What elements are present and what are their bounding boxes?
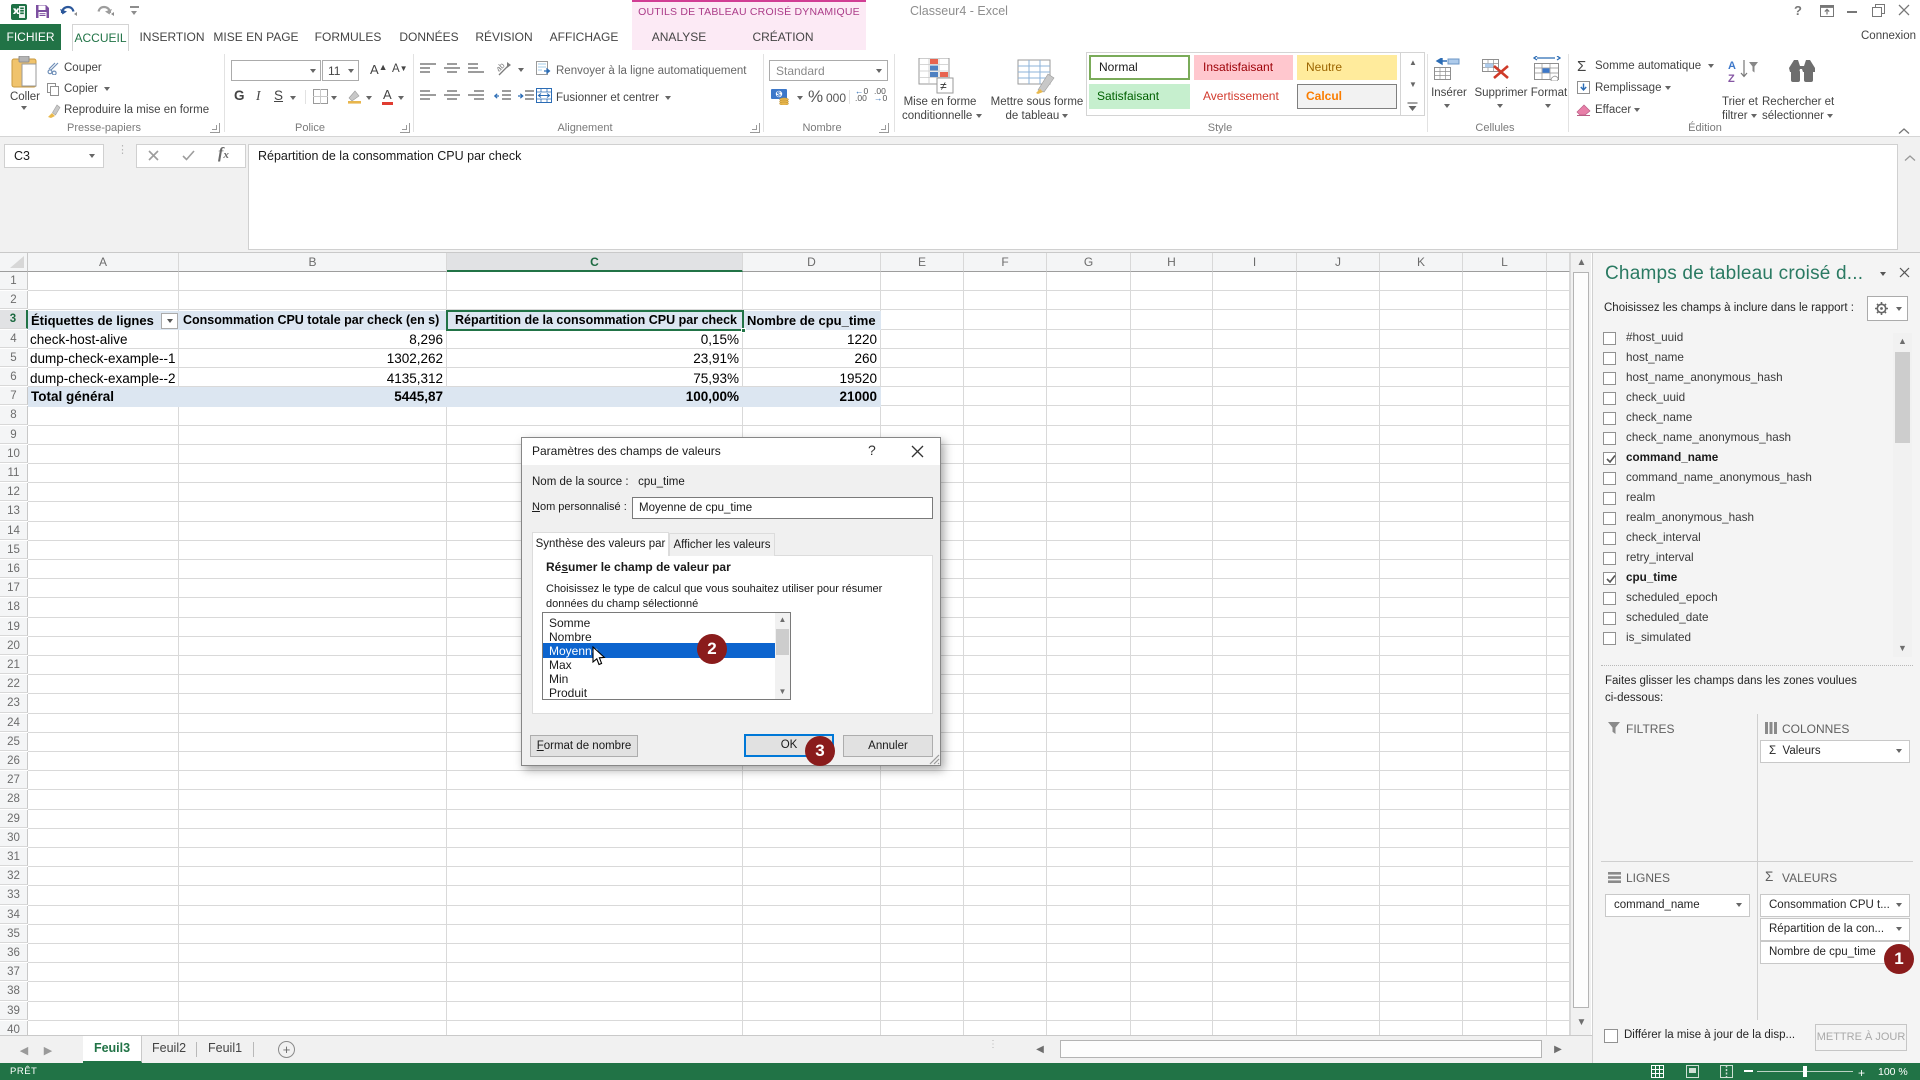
svg-text:Z: Z: [1728, 73, 1735, 84]
svg-text:A: A: [1728, 60, 1736, 72]
svg-text:≠: ≠: [940, 79, 947, 93]
svg-text:ab: ab: [497, 61, 507, 74]
svg-text:$: $: [777, 92, 781, 99]
